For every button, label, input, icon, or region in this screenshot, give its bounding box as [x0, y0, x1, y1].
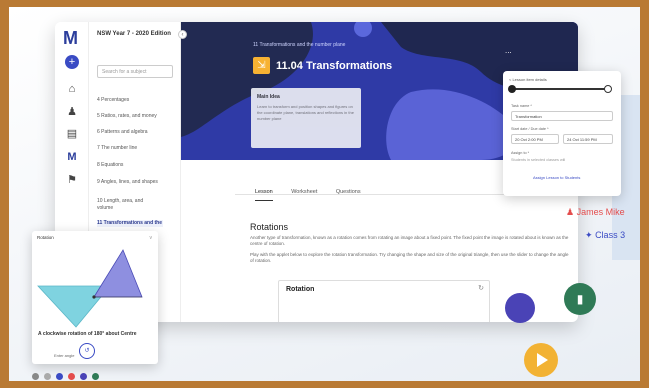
bottom-toolbar: [32, 373, 99, 380]
centre-point: [92, 295, 96, 299]
tool-icon[interactable]: [92, 373, 99, 380]
purple-circle: [505, 293, 535, 323]
sidebar-item[interactable]: 4 Percentages: [97, 97, 177, 104]
breadcrumb[interactable]: 11 Transformations and the number plane: [253, 42, 345, 48]
progress-track: [511, 88, 611, 90]
sidebar-item[interactable]: 10 Length, area, and volume: [97, 198, 159, 212]
main-idea-text: Learn to transform and position shapes a…: [257, 104, 354, 121]
lesson-tabs: Lesson Worksheet Questions: [255, 180, 375, 201]
section-title: Rotations: [250, 222, 289, 232]
task-name-field[interactable]: Transformation: [511, 111, 613, 121]
tool-icon[interactable]: [56, 373, 63, 380]
mathspace-logo: M: [63, 28, 78, 48]
class-name: Class 3: [595, 230, 626, 240]
applet-title: Rotation: [286, 286, 315, 293]
person-icon[interactable]: ♟: [65, 105, 79, 119]
book-circle-icon[interactable]: ▮: [564, 283, 596, 315]
lesson-paragraph: Another type of transformation, known as…: [250, 235, 569, 246]
assign-panel-header[interactable]: < Lesson item details: [509, 77, 615, 82]
class-chip[interactable]: ✦ Class 3: [585, 230, 625, 241]
student-name: James Mike: [576, 207, 625, 217]
rotate-icon[interactable]: ↺: [79, 343, 95, 359]
progress-step-current: [508, 85, 516, 93]
rotation-applet[interactable]: Rotation ↻: [278, 280, 490, 322]
flag-icon[interactable]: ⚑: [65, 173, 79, 187]
play-button[interactable]: [524, 343, 558, 377]
rotation-caption: A clockwise rotation of 180° about Centr…: [38, 331, 137, 337]
start-date-field[interactable]: 20 Oct 2:00 PM: [511, 134, 559, 144]
assign-panel: < Lesson item details Task name * Transf…: [503, 71, 621, 196]
bank-icon[interactable]: ⌂: [65, 82, 79, 96]
sidebar-item[interactable]: 8 Equations: [97, 162, 177, 169]
student-chip[interactable]: ♟ James Mike: [566, 207, 625, 218]
tool-icon[interactable]: [68, 373, 75, 380]
sidebar-item[interactable]: 7 The number line: [97, 145, 177, 152]
sidebar-item-active[interactable]: 11 Transformations and the: [97, 220, 163, 227]
rotation-diagram: [37, 249, 143, 328]
book-icon[interactable]: M: [65, 150, 79, 164]
edition-title: NSW Year 7 - 2020 Edition: [97, 31, 171, 37]
due-date-field[interactable]: 24 Oct 11:59 PM: [563, 134, 613, 144]
assign-to-label: Assign to *: [511, 151, 530, 155]
angle-label: Enter angle: [54, 353, 75, 358]
document-icon[interactable]: ▤: [65, 127, 79, 141]
plus-icon[interactable]: +: [65, 55, 79, 69]
tool-icon[interactable]: [32, 373, 39, 380]
main-idea-heading: Main Idea: [257, 94, 280, 100]
task-name-label: Task name *: [511, 104, 532, 108]
sidebar-item[interactable]: 6 Patterns and algebra: [97, 129, 177, 136]
rotation-card: Rotation v A clockwise rotation of 180° …: [32, 231, 158, 364]
group-icon: ✦: [585, 230, 593, 240]
progress-step-next: [604, 85, 612, 93]
transformations-icon: ⇲: [253, 57, 270, 74]
student-icon: ♟: [566, 207, 575, 217]
rotated-triangle: [93, 249, 143, 298]
main-idea-box: Main Idea Learn to transform and positio…: [251, 88, 361, 148]
sidebar-item[interactable]: 9 Angles, lines, and shapes: [97, 179, 177, 186]
assign-lesson-button[interactable]: Assign Lesson to Students: [533, 175, 580, 180]
tool-icon[interactable]: [80, 373, 87, 380]
dates-label: Start date / Due date *: [511, 127, 549, 131]
more-menu-icon[interactable]: ...: [505, 46, 512, 55]
search-input[interactable]: Search for a subject: [97, 65, 173, 78]
page-title: 11.04 Transformations: [276, 60, 393, 72]
refresh-icon[interactable]: ↻: [478, 284, 484, 292]
tab-lesson[interactable]: Lesson: [255, 189, 273, 201]
tool-icon[interactable]: [44, 373, 51, 380]
collapse-sidebar-button[interactable]: ‹: [178, 30, 187, 39]
sidebar-item[interactable]: 5 Ratios, rates, and money: [97, 113, 177, 120]
assign-hint: Students in selected classes will: [511, 158, 566, 162]
lesson-paragraph: Play with the applet below to explore th…: [250, 252, 569, 263]
